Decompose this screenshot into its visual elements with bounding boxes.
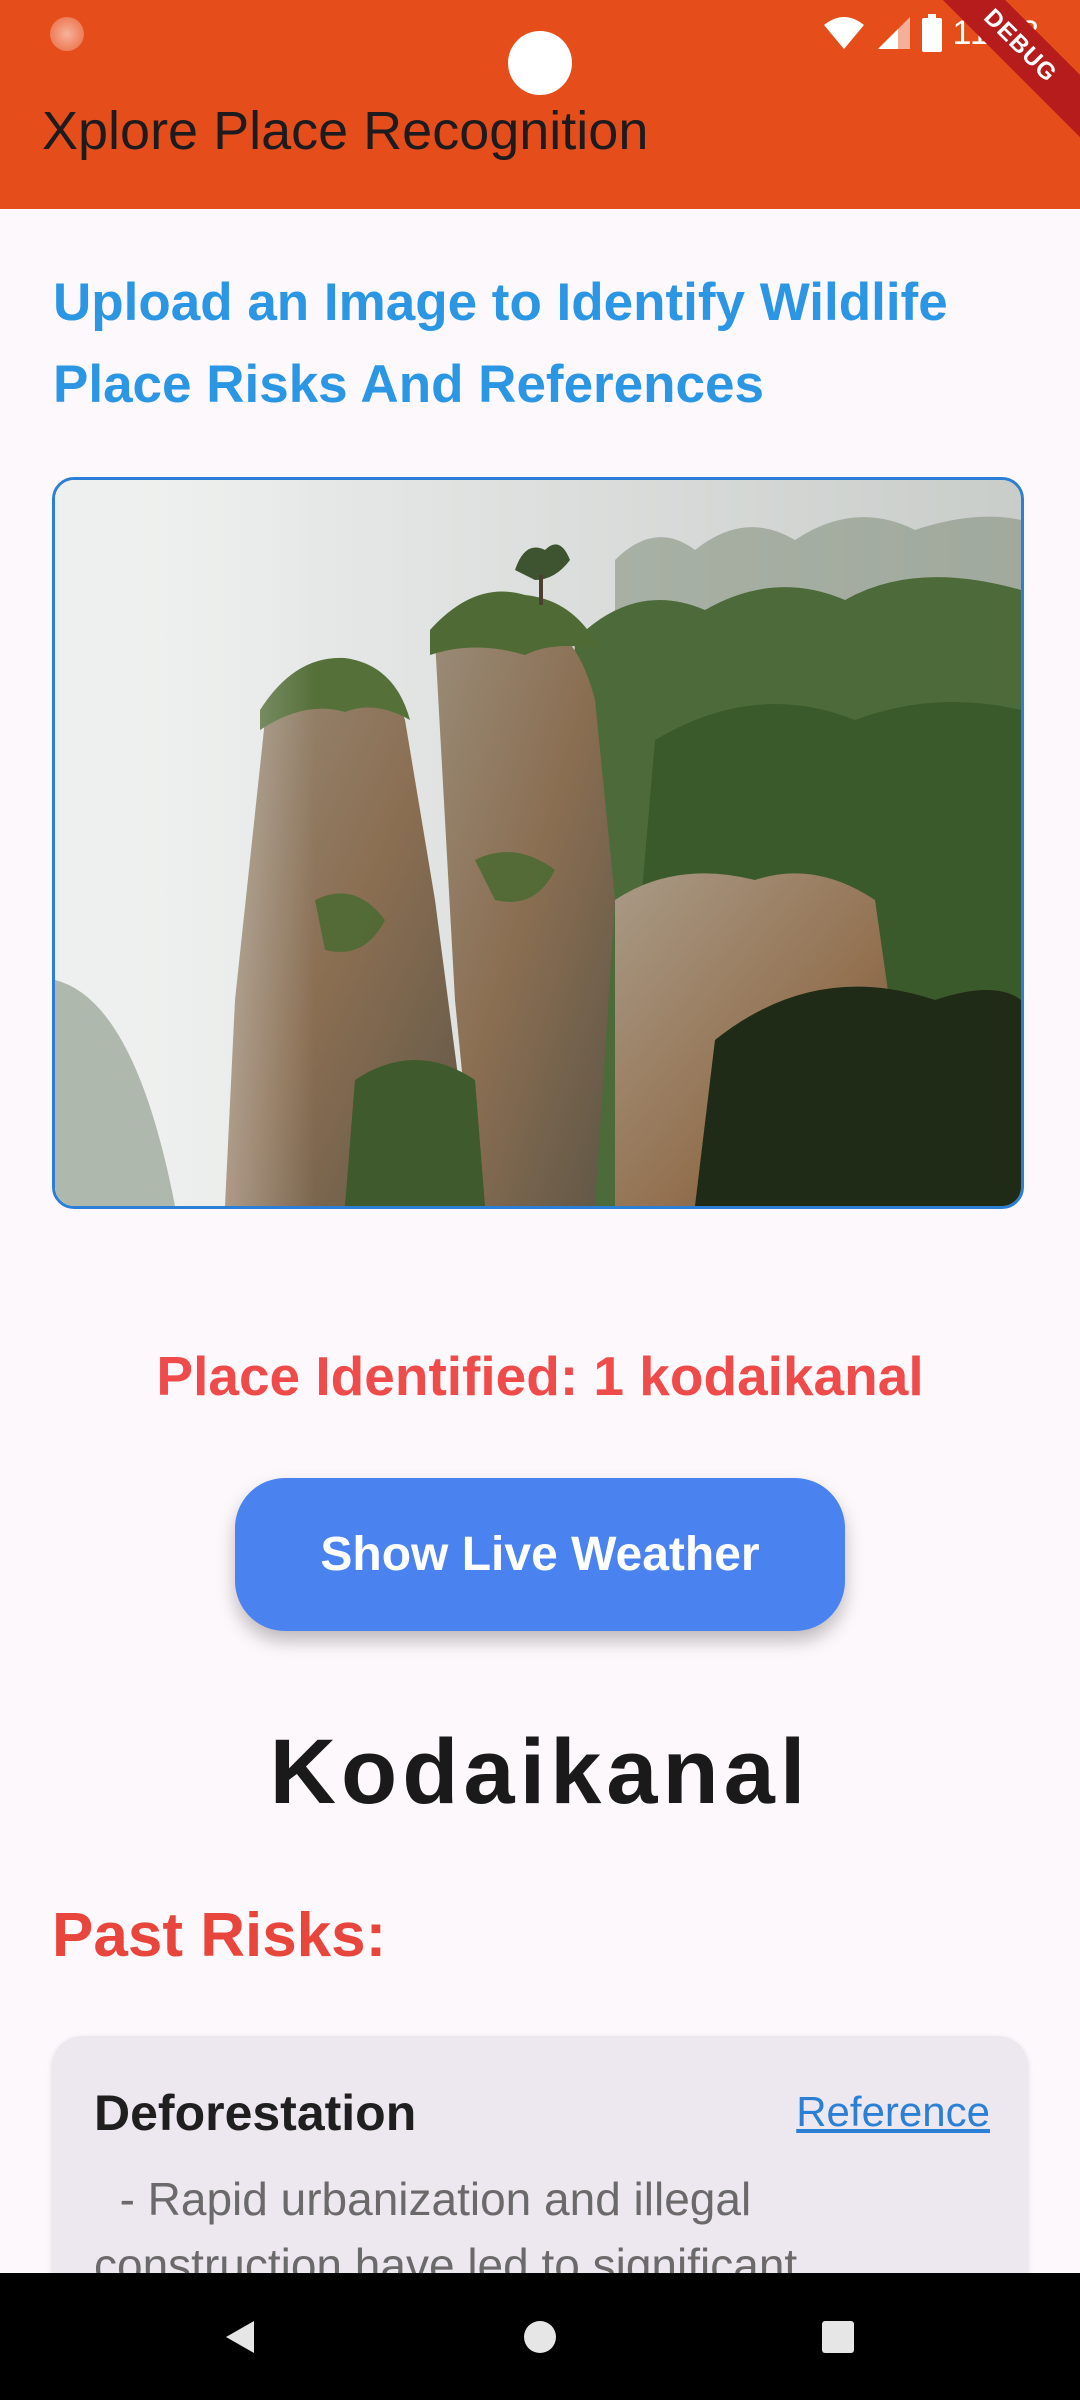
past-risks-heading: Past Risks:	[52, 1901, 387, 1970]
navigation-bar	[0, 2273, 1080, 2400]
home-icon	[524, 2321, 556, 2353]
reference-link[interactable]: Reference	[796, 2088, 990, 2136]
uploaded-image[interactable]	[52, 477, 1024, 1209]
recents-button[interactable]	[808, 2307, 868, 2367]
camera-cutout	[508, 31, 572, 95]
recents-icon	[822, 2321, 854, 2353]
place-identified-text: Place Identified: 1 kodaikanal	[156, 1345, 924, 1407]
app-notification-icon	[50, 17, 84, 51]
signal-icon	[878, 17, 911, 49]
wifi-icon	[824, 17, 865, 49]
screen: 11:33 DEBUG Xplore Place Recognition Upl…	[0, 0, 1080, 2400]
page-headline: Upload an Image to Identify Wildlife Pla…	[53, 273, 948, 414]
show-live-weather-button[interactable]: Show Live Weather	[235, 1478, 845, 1631]
city-name: Kodaikanal	[269, 1721, 811, 1823]
risk-title: Deforestation	[94, 2085, 417, 2141]
app-title: Xplore Place Recognition	[42, 101, 649, 161]
cliff-rock-pillars-photo	[55, 480, 1021, 1206]
back-button[interactable]	[210, 2307, 270, 2367]
app-bar: 11:33 DEBUG Xplore Place Recognition	[0, 0, 1080, 209]
home-button[interactable]	[510, 2307, 570, 2367]
back-icon	[226, 2321, 254, 2353]
battery-icon	[922, 14, 943, 52]
